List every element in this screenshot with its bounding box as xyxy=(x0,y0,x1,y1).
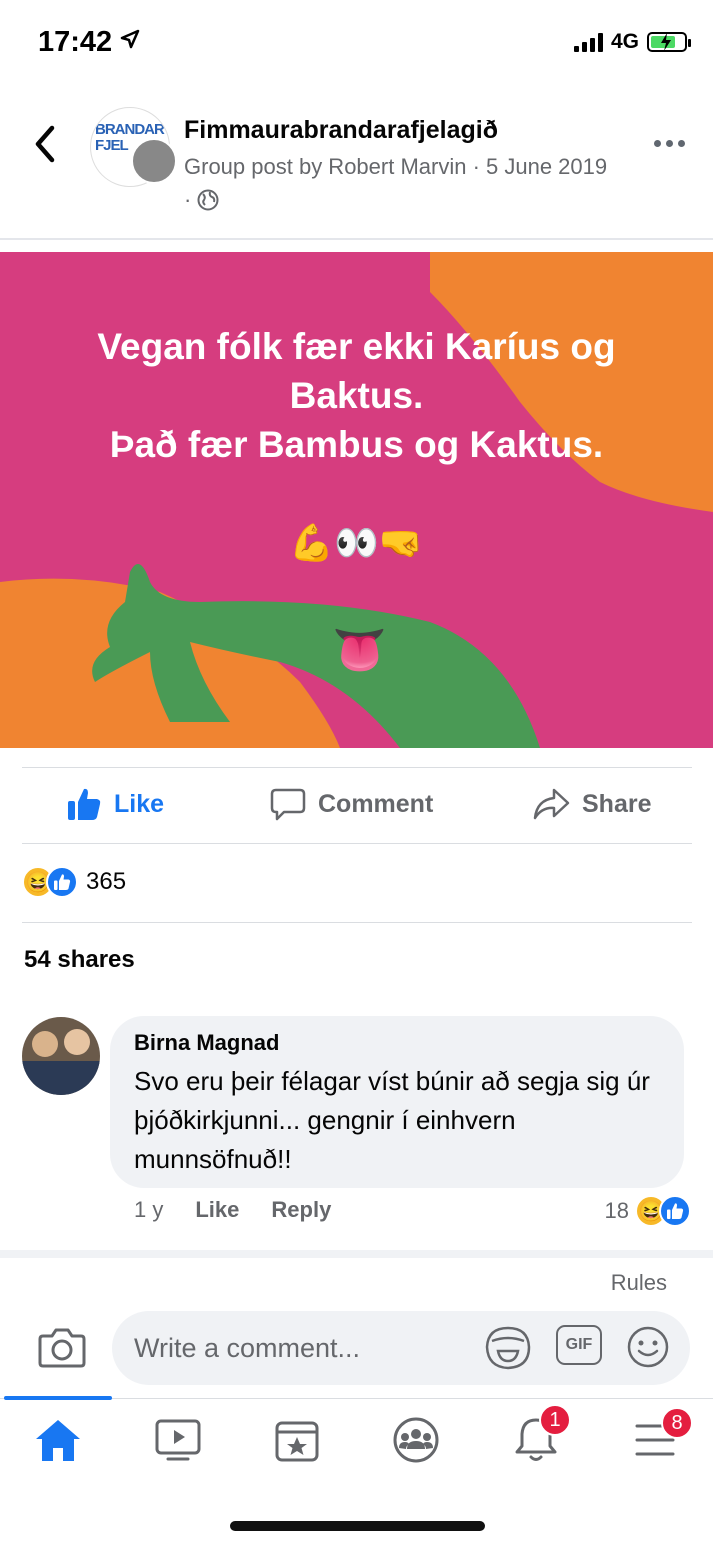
location-arrow-icon xyxy=(120,29,140,49)
comment-like-button[interactable]: Like xyxy=(195,1197,239,1223)
comment-icon xyxy=(270,788,306,821)
post-text-line-1: Vegan fólk fær ekki Karíus og xyxy=(97,326,616,367)
post-image-text: Vegan fólk fær ekki Karíus og Baktus. Þa… xyxy=(0,322,713,469)
post-meta-text: Group post by Robert Marvin · 5 June 201… xyxy=(184,154,608,212)
comment-actions: 1 y Like Reply xyxy=(134,1197,331,1223)
tab-pages[interactable] xyxy=(269,1412,325,1468)
thumbs-up-icon xyxy=(68,788,101,820)
tab-groups[interactable] xyxy=(388,1412,444,1468)
like-button[interactable]: Like xyxy=(66,786,164,822)
tab-home[interactable] xyxy=(30,1412,86,1468)
divider xyxy=(22,767,692,768)
active-tab-indicator xyxy=(4,1396,112,1400)
groups-icon xyxy=(393,1417,439,1463)
status-indicators: 4G xyxy=(573,30,691,54)
comment-text: Svo eru þeir félagar víst búnir að segja… xyxy=(134,1066,650,1174)
post-image[interactable]: Vegan fólk fær ekki Karíus og Baktus. Þa… xyxy=(0,252,713,748)
comment-author[interactable]: Birna Magnad xyxy=(134,1030,660,1056)
like-reaction-icon xyxy=(659,1195,691,1227)
pages-icon xyxy=(275,1421,319,1462)
reaction-count: 365 xyxy=(86,868,127,895)
home-indicator[interactable] xyxy=(230,1521,485,1531)
comment-button[interactable]: Comment xyxy=(270,786,433,822)
home-icon xyxy=(36,1420,80,1461)
post-meta: Group post by Robert Marvin · 5 June 201… xyxy=(184,150,614,216)
divider xyxy=(0,238,713,240)
status-time: 17:42 xyxy=(38,26,140,59)
group-name[interactable]: Fimmaurabrandarafjelagið xyxy=(184,116,498,145)
comment-input-placeholder: Write a comment... xyxy=(134,1333,361,1363)
comment-reaction-count: 18 xyxy=(604,1198,629,1223)
more-options-button[interactable] xyxy=(654,140,685,147)
share-icon xyxy=(533,788,570,820)
back-chevron-icon[interactable] xyxy=(30,122,60,166)
like-label: Like xyxy=(114,789,165,818)
battery-charging-icon xyxy=(647,32,691,52)
gif-button[interactable]: GIF xyxy=(556,1325,602,1365)
divider xyxy=(22,922,692,923)
tab-watch[interactable] xyxy=(150,1412,206,1468)
network-type: 4G xyxy=(610,30,639,53)
rules-link[interactable]: Rules xyxy=(611,1270,667,1296)
comment-reply-button[interactable]: Reply xyxy=(271,1197,331,1223)
post-text-line-2: Baktus. xyxy=(289,375,424,416)
menu-badge: 8 xyxy=(661,1407,693,1439)
share-label: Share xyxy=(582,789,652,818)
comment-bubble[interactable]: Birna Magnad Svo eru þeir félagar víst b… xyxy=(110,1016,684,1188)
comment-reactions[interactable]: 18 😆 xyxy=(605,1195,691,1227)
camera-icon[interactable] xyxy=(38,1326,86,1368)
commenter-avatar[interactable] xyxy=(22,1017,100,1095)
shares-count[interactable]: 54 shares xyxy=(24,946,135,974)
comment-age: 1 y xyxy=(134,1197,164,1222)
signal-icon xyxy=(573,32,603,52)
avatar-sticker-icon[interactable] xyxy=(484,1325,532,1371)
comment-input[interactable]: Write a comment... GIF xyxy=(112,1311,690,1385)
globe-icon xyxy=(197,189,219,211)
emoji-icon[interactable] xyxy=(626,1325,670,1369)
share-button[interactable]: Share xyxy=(532,786,651,822)
section-divider xyxy=(0,1250,713,1258)
tongue-emoji: 👅 xyxy=(332,626,387,675)
post-text-line-3: Það fær Bambus og Kaktus. xyxy=(109,424,604,465)
like-reaction-icon xyxy=(46,866,78,898)
emoji-row: 💪👀🤜 xyxy=(289,522,424,563)
comment-label: Comment xyxy=(318,789,434,818)
author-avatar[interactable] xyxy=(131,138,177,184)
video-icon xyxy=(155,1419,201,1461)
notifications-badge: 1 xyxy=(539,1404,571,1436)
reactions-summary[interactable]: 😆 365 xyxy=(22,866,126,898)
divider xyxy=(22,843,692,844)
